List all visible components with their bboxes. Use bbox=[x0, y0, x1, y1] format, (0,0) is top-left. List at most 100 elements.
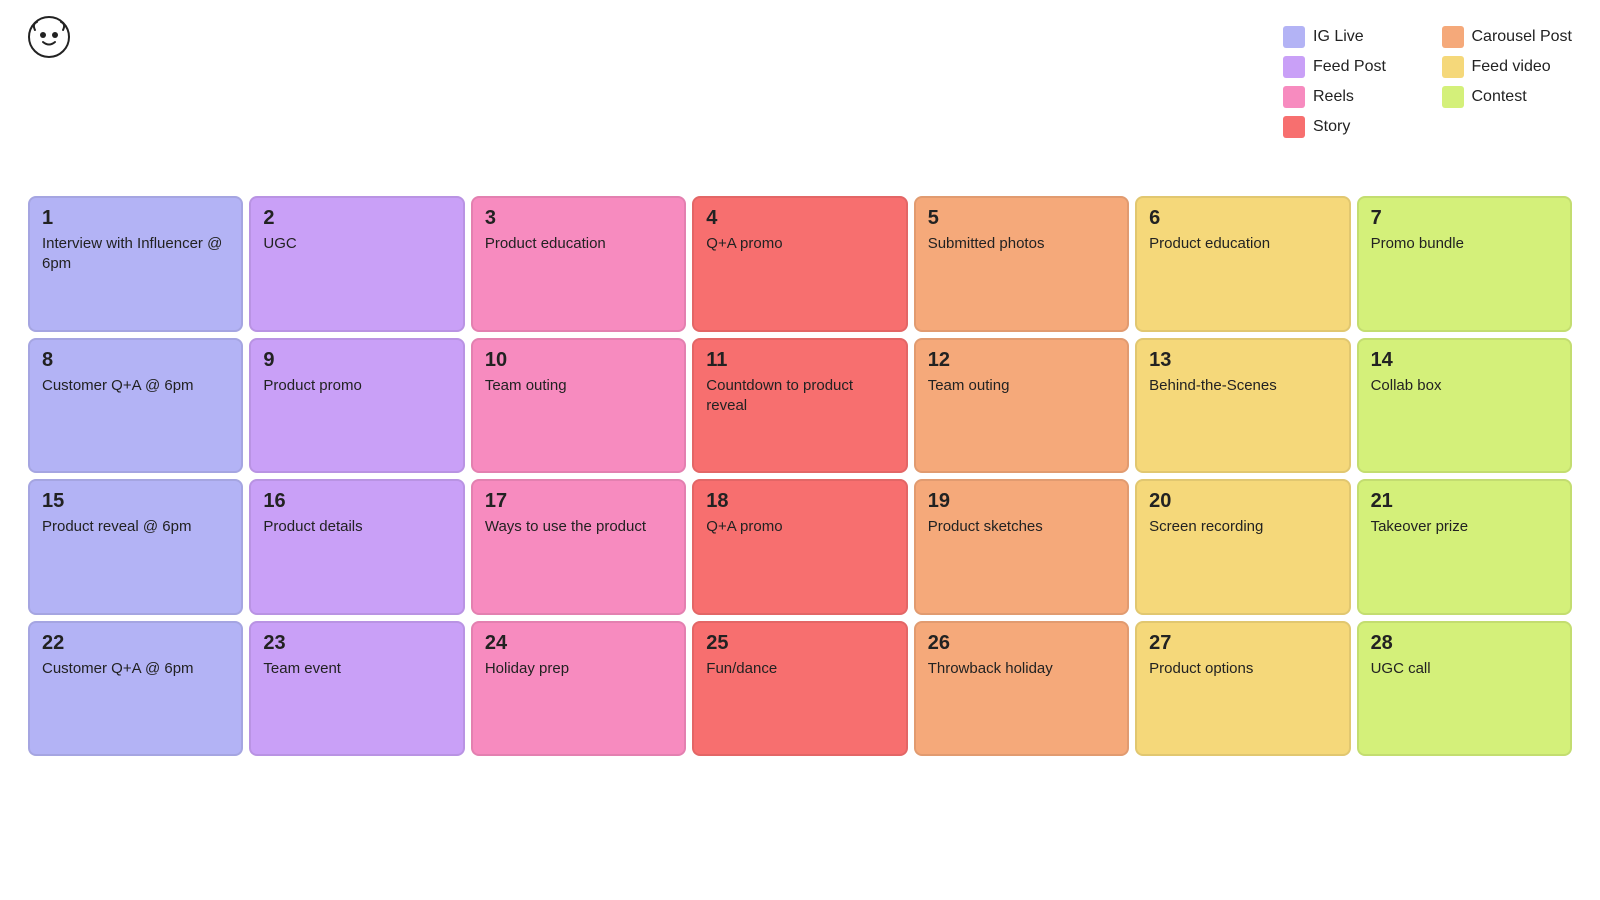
cell-day-number-3: 3 bbox=[485, 208, 672, 228]
calendar-cell-2: 2 UGC bbox=[249, 196, 464, 332]
cell-content-28: UGC call bbox=[1371, 659, 1558, 679]
cell-day-number-6: 6 bbox=[1149, 208, 1336, 228]
cell-content-10: Team outing bbox=[485, 376, 672, 396]
cell-content-22: Customer Q+A @ 6pm bbox=[42, 659, 229, 679]
legend-item-feed-video: Feed video bbox=[1442, 56, 1573, 78]
swatch-reels bbox=[1283, 86, 1305, 108]
cell-content-8: Customer Q+A @ 6pm bbox=[42, 376, 229, 396]
cell-content-6: Product education bbox=[1149, 234, 1336, 254]
cell-day-number-28: 28 bbox=[1371, 633, 1558, 653]
cell-day-number-21: 21 bbox=[1371, 491, 1558, 511]
cell-content-15: Product reveal @ 6pm bbox=[42, 517, 229, 537]
calendar-cell-10: 10 Team outing bbox=[471, 338, 686, 474]
cell-day-number-23: 23 bbox=[263, 633, 450, 653]
cell-content-23: Team event bbox=[263, 659, 450, 679]
cell-day-number-10: 10 bbox=[485, 350, 672, 370]
cell-content-14: Collab box bbox=[1371, 376, 1558, 396]
cell-day-number-24: 24 bbox=[485, 633, 672, 653]
cell-content-25: Fun/dance bbox=[706, 659, 893, 679]
calendar-cell-15: 15 Product reveal @ 6pm bbox=[28, 479, 243, 615]
cell-content-7: Promo bundle bbox=[1371, 234, 1558, 254]
calendar-cell-27: 27 Product options bbox=[1135, 621, 1350, 757]
calendar-cell-23: 23 Team event bbox=[249, 621, 464, 757]
logo-area bbox=[28, 16, 78, 58]
calendar-cell-22: 22 Customer Q+A @ 6pm bbox=[28, 621, 243, 757]
cell-day-number-11: 11 bbox=[706, 350, 893, 370]
calendar-cell-25: 25 Fun/dance bbox=[692, 621, 907, 757]
cell-day-number-7: 7 bbox=[1371, 208, 1558, 228]
swatch-carousel bbox=[1442, 26, 1464, 48]
calendar-cell-7: 7 Promo bundle bbox=[1357, 196, 1572, 332]
cell-day-number-18: 18 bbox=[706, 491, 893, 511]
swatch-contest bbox=[1442, 86, 1464, 108]
swatch-ig-live bbox=[1283, 26, 1305, 48]
cell-content-2: UGC bbox=[263, 234, 450, 254]
calendar-cell-4: 4 Q+A promo bbox=[692, 196, 907, 332]
cell-content-20: Screen recording bbox=[1149, 517, 1336, 537]
calendar-cell-19: 19 Product sketches bbox=[914, 479, 1129, 615]
calendar-cell-26: 26Throwback holiday bbox=[914, 621, 1129, 757]
cell-content-12: Team outing bbox=[928, 376, 1115, 396]
cell-content-21: Takeover prize bbox=[1371, 517, 1558, 537]
legend-label-ig-live: IG Live bbox=[1313, 28, 1364, 46]
cell-content-13: Behind-the-Scenes bbox=[1149, 376, 1336, 396]
calendar-cell-6: 6 Product education bbox=[1135, 196, 1350, 332]
calendar-cell-28: 28 UGC call bbox=[1357, 621, 1572, 757]
legend-item-story: Story bbox=[1283, 116, 1414, 138]
calendar-cell-21: 21 Takeover prize bbox=[1357, 479, 1572, 615]
cell-day-number-27: 27 bbox=[1149, 633, 1336, 653]
legend-label-feed-post: Feed Post bbox=[1313, 58, 1386, 76]
legend-label-contest: Contest bbox=[1472, 88, 1527, 106]
calendar-grid: 1Interview with Influencer @ 6pm 2 UGC 3 Pro… bbox=[28, 196, 1572, 756]
page-title-block bbox=[28, 60, 40, 174]
cell-day-number-1: 1 bbox=[42, 208, 229, 228]
cell-content-3: Product education bbox=[485, 234, 672, 254]
calendar-cell-12: 12 Team outing bbox=[914, 338, 1129, 474]
cell-day-number-15: 15 bbox=[42, 491, 229, 511]
cell-day-number-4: 4 bbox=[706, 208, 893, 228]
cell-content-26: Throwback holiday bbox=[928, 659, 1115, 679]
legend-item-contest: Contest bbox=[1442, 86, 1573, 108]
swatch-story bbox=[1283, 116, 1305, 138]
legend-container: IG Live Carousel Post Feed Post Feed vid… bbox=[1283, 26, 1572, 138]
calendar-area: 1Interview with Influencer @ 6pm 2 UGC 3 Pro… bbox=[28, 196, 1572, 756]
calendar-cell-20: 20Screen recording bbox=[1135, 479, 1350, 615]
calendar-cell-1: 1Interview with Influencer @ 6pm bbox=[28, 196, 243, 332]
cell-content-5: Submitted photos bbox=[928, 234, 1115, 254]
swatch-feed-post bbox=[1283, 56, 1305, 78]
legend-item-carousel: Carousel Post bbox=[1442, 26, 1573, 48]
cell-day-number-25: 25 bbox=[706, 633, 893, 653]
cell-day-number-22: 22 bbox=[42, 633, 229, 653]
cell-content-4: Q+A promo bbox=[706, 234, 893, 254]
calendar-cell-14: 14 Collab box bbox=[1357, 338, 1572, 474]
swatch-feed-video bbox=[1442, 56, 1464, 78]
calendar-cell-18: 18Q+A promo bbox=[692, 479, 907, 615]
calendar-cell-9: 9 Product promo bbox=[249, 338, 464, 474]
cell-day-number-17: 17 bbox=[485, 491, 672, 511]
legend-label-reels: Reels bbox=[1313, 88, 1354, 106]
calendar-cell-5: 5Submitted photos bbox=[914, 196, 1129, 332]
cell-content-27: Product options bbox=[1149, 659, 1336, 679]
cell-day-number-14: 14 bbox=[1371, 350, 1558, 370]
calendar-cell-24: 24 Holiday prep bbox=[471, 621, 686, 757]
cell-day-number-2: 2 bbox=[263, 208, 450, 228]
cell-day-number-9: 9 bbox=[263, 350, 450, 370]
cell-day-number-8: 8 bbox=[42, 350, 229, 370]
calendar-cell-3: 3 Product education bbox=[471, 196, 686, 332]
legend-item-reels: Reels bbox=[1283, 86, 1414, 108]
cell-content-11: Countdown to product reveal bbox=[706, 376, 893, 417]
manychat-logo-icon bbox=[28, 16, 70, 58]
calendar-cell-8: 8 Customer Q+A @ 6pm bbox=[28, 338, 243, 474]
calendar-cell-11: 11 Countdown to product reveal bbox=[692, 338, 907, 474]
cell-day-number-12: 12 bbox=[928, 350, 1115, 370]
cell-content-24: Holiday prep bbox=[485, 659, 672, 679]
cell-day-number-19: 19 bbox=[928, 491, 1115, 511]
calendar-cell-16: 16Product details bbox=[249, 479, 464, 615]
cell-content-19: Product sketches bbox=[928, 517, 1115, 537]
cell-day-number-16: 16 bbox=[263, 491, 450, 511]
cell-content-9: Product promo bbox=[263, 376, 450, 396]
legend-label-story: Story bbox=[1313, 118, 1350, 136]
legend-label-carousel: Carousel Post bbox=[1472, 28, 1573, 46]
calendar-cell-13: 13 Behind-the-Scenes bbox=[1135, 338, 1350, 474]
cell-day-number-13: 13 bbox=[1149, 350, 1336, 370]
